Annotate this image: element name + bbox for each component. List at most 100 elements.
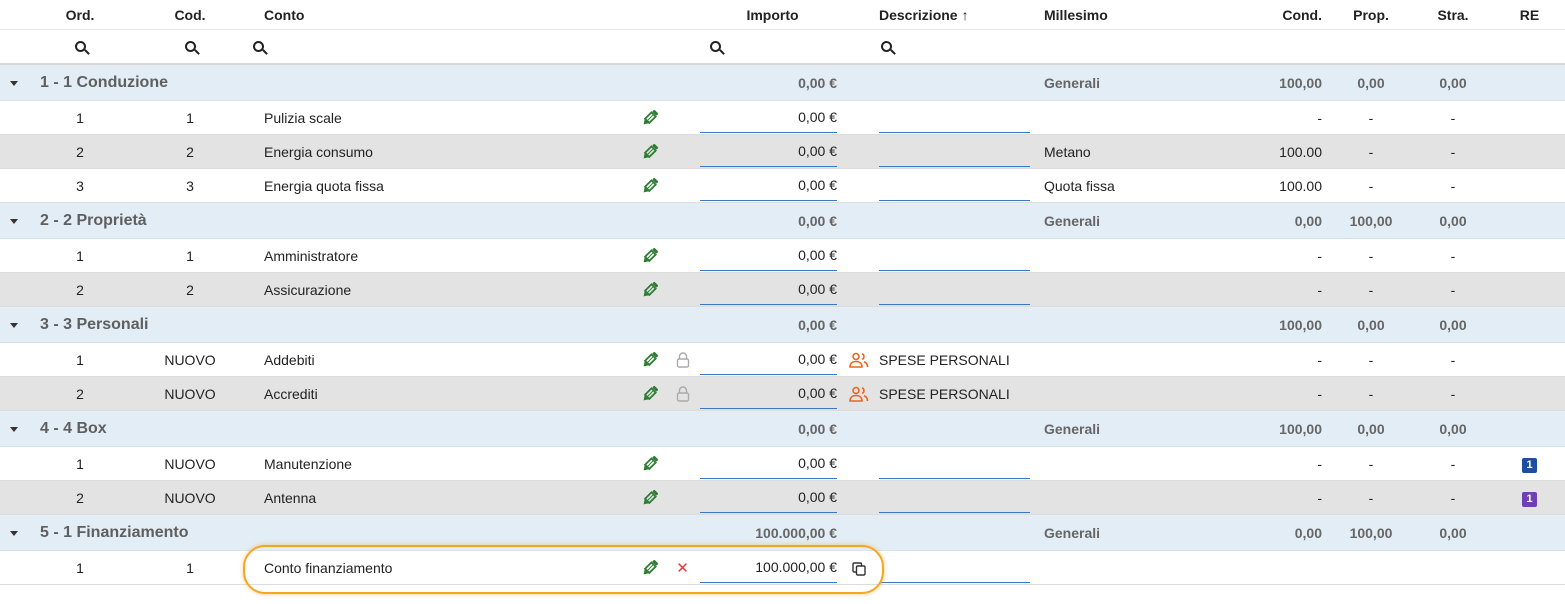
descrizione-field[interactable] bbox=[879, 552, 1030, 583]
search-icon-descrizione[interactable] bbox=[881, 40, 892, 52]
row-cod: NUOVO bbox=[130, 446, 250, 481]
descrizione-field[interactable] bbox=[879, 448, 1030, 479]
col-cod-header[interactable]: Cod. bbox=[130, 0, 250, 30]
row-millesimo: Metano bbox=[1038, 134, 1243, 169]
col-ord-header[interactable]: Ord. bbox=[30, 0, 130, 30]
group-cond: 0,00 bbox=[1243, 514, 1330, 551]
edit-pencil-icon[interactable] bbox=[640, 488, 660, 508]
descrizione-field[interactable] bbox=[879, 482, 1030, 513]
group-row[interactable]: 5 - 1 Finanziamento 100.000,00 € Generali 0… bbox=[0, 514, 1565, 551]
group-prop: 0,00 bbox=[1330, 410, 1412, 447]
importo-field[interactable]: 0,00 € bbox=[700, 170, 837, 201]
table-row[interactable]: 1 NUOVO Manutenzione 0,00 € - - -1 bbox=[0, 446, 1565, 481]
col-conto-header[interactable]: Conto bbox=[250, 0, 635, 30]
importo-field[interactable]: 0,00 € bbox=[700, 482, 837, 513]
descrizione-field[interactable] bbox=[879, 170, 1030, 201]
row-ord: 1 bbox=[30, 342, 130, 377]
search-icon-cod[interactable] bbox=[184, 40, 196, 52]
edit-pencil-icon[interactable] bbox=[640, 246, 660, 266]
row-cod: NUOVO bbox=[130, 376, 250, 411]
search-icon-conto[interactable] bbox=[253, 40, 264, 52]
importo-field[interactable]: 0,00 € bbox=[700, 102, 837, 133]
edit-pencil-icon[interactable] bbox=[640, 384, 660, 404]
table-row[interactable]: 2 NUOVO Accrediti 0,00 € SPESE PERSONALI - - - bbox=[0, 376, 1565, 411]
collapse-caret-icon[interactable] bbox=[10, 323, 18, 329]
row-cond: - bbox=[1243, 272, 1330, 307]
importo-field[interactable]: 0,00 € bbox=[700, 240, 837, 271]
collapse-caret-icon[interactable] bbox=[10, 427, 18, 433]
table-row[interactable]: 3 3 Energia quota fissa 0,00 € Quota fissa 10… bbox=[0, 168, 1565, 203]
group-stra: 0,00 bbox=[1412, 514, 1494, 551]
col-stra-header[interactable]: Stra. bbox=[1412, 0, 1494, 30]
group-millesimo: Generali bbox=[1038, 64, 1243, 101]
row-millesimo bbox=[1038, 446, 1243, 481]
importo-field[interactable]: 100.000,00 € bbox=[700, 552, 837, 583]
edit-pencil-icon[interactable] bbox=[640, 108, 660, 128]
group-cond: 100,00 bbox=[1243, 306, 1330, 343]
row-millesimo bbox=[1038, 550, 1243, 585]
search-icon-ord[interactable] bbox=[74, 40, 86, 52]
row-stra: - bbox=[1412, 480, 1494, 515]
col-descrizione-label: Descrizione bbox=[879, 6, 958, 23]
edit-pencil-icon[interactable] bbox=[640, 176, 660, 196]
importo-field[interactable]: 0,00 € bbox=[700, 344, 837, 375]
row-cod: 1 bbox=[130, 100, 250, 135]
group-title: 1 - 1 Conduzione bbox=[30, 64, 635, 101]
descrizione-field[interactable] bbox=[879, 136, 1030, 167]
group-row[interactable]: 2 - 2 Proprietà 0,00 € Generali 0,00 100,00 0… bbox=[0, 202, 1565, 239]
re-badge[interactable]: 1 bbox=[1522, 491, 1537, 507]
table-row[interactable]: 2 2 Energia consumo 0,00 € Metano 100.00- - bbox=[0, 134, 1565, 169]
collapse-caret-icon[interactable] bbox=[10, 531, 18, 537]
edit-pencil-icon[interactable] bbox=[640, 142, 660, 162]
lock-icon bbox=[676, 386, 689, 402]
row-cod: 3 bbox=[130, 168, 250, 203]
col-cond-header[interactable]: Cond. bbox=[1243, 0, 1330, 30]
group-row[interactable]: 3 - 3 Personali 0,00 €100,00 0,00 0,00 bbox=[0, 306, 1565, 343]
table-row[interactable]: 2 NUOVO Antenna 0,00 € - - -1 bbox=[0, 480, 1565, 515]
importo-field[interactable]: 0,00 € bbox=[700, 274, 837, 305]
table-row[interactable]: 1 1 Conto finanziamento ✕ 100.000,00 € bbox=[0, 550, 1565, 585]
sort-asc-icon[interactable]: ↑ bbox=[962, 7, 969, 23]
group-importo: 0,00 € bbox=[700, 202, 845, 239]
row-conto: Energia consumo bbox=[250, 134, 635, 169]
group-prop: 100,00 bbox=[1330, 202, 1412, 239]
table-row[interactable]: 1 1 Pulizia scale 0,00 € - - - bbox=[0, 100, 1565, 135]
col-re-header[interactable]: RE bbox=[1494, 0, 1565, 30]
delete-x-icon[interactable]: ✕ bbox=[676, 560, 689, 577]
importo-field[interactable]: 0,00 € bbox=[700, 378, 837, 409]
group-importo: 0,00 € bbox=[700, 410, 845, 447]
col-millesimo-header[interactable]: Millesimo bbox=[1038, 0, 1243, 30]
descrizione-field[interactable] bbox=[879, 274, 1030, 305]
col-importo-header[interactable]: Importo bbox=[700, 0, 845, 30]
group-row[interactable]: 1 - 1 Conduzione 0,00 € Generali 100,00 0,00… bbox=[0, 64, 1565, 101]
collapse-caret-icon[interactable] bbox=[10, 219, 18, 225]
col-descrizione-header[interactable]: Descrizione ↑ bbox=[873, 0, 1038, 30]
row-cond: - bbox=[1243, 480, 1330, 515]
copy-icon[interactable] bbox=[852, 561, 866, 576]
descrizione-field[interactable] bbox=[879, 102, 1030, 133]
search-icon-importo[interactable] bbox=[710, 40, 721, 52]
row-ord: 1 bbox=[30, 550, 130, 585]
row-prop: - bbox=[1330, 100, 1412, 135]
col-prop-header[interactable]: Prop. bbox=[1330, 0, 1412, 30]
edit-pencil-icon[interactable] bbox=[640, 280, 660, 300]
descrizione-field[interactable] bbox=[879, 240, 1030, 271]
table-row[interactable]: 1 1 Amministratore 0,00 € - - - bbox=[0, 238, 1565, 273]
group-millesimo: Generali bbox=[1038, 202, 1243, 239]
group-millesimo: Generali bbox=[1038, 514, 1243, 551]
group-row[interactable]: 4 - 4 Box 0,00 € Generali 100,00 0,00 0,00 bbox=[0, 410, 1565, 447]
descrizione-text: SPESE PERSONALI bbox=[879, 385, 1010, 402]
row-prop: - bbox=[1330, 342, 1412, 377]
re-badge[interactable]: 1 bbox=[1522, 457, 1537, 473]
group-stra: 0,00 bbox=[1412, 306, 1494, 343]
table-row[interactable]: 2 2 Assicurazione 0,00 € - - - bbox=[0, 272, 1565, 307]
importo-field[interactable]: 0,00 € bbox=[700, 136, 837, 167]
edit-pencil-icon[interactable] bbox=[640, 454, 660, 474]
edit-pencil-icon[interactable] bbox=[640, 350, 660, 370]
table-row[interactable]: 1 NUOVO Addebiti 0,00 € SPESE PERSONALI - - - bbox=[0, 342, 1565, 377]
header-row: Ord. Cod. Conto Importo Descrizione ↑ Mil… bbox=[0, 0, 1565, 30]
row-millesimo: Quota fissa bbox=[1038, 168, 1243, 203]
importo-field[interactable]: 0,00 € bbox=[700, 448, 837, 479]
collapse-caret-icon[interactable] bbox=[10, 81, 18, 87]
edit-pencil-icon[interactable] bbox=[640, 558, 660, 578]
